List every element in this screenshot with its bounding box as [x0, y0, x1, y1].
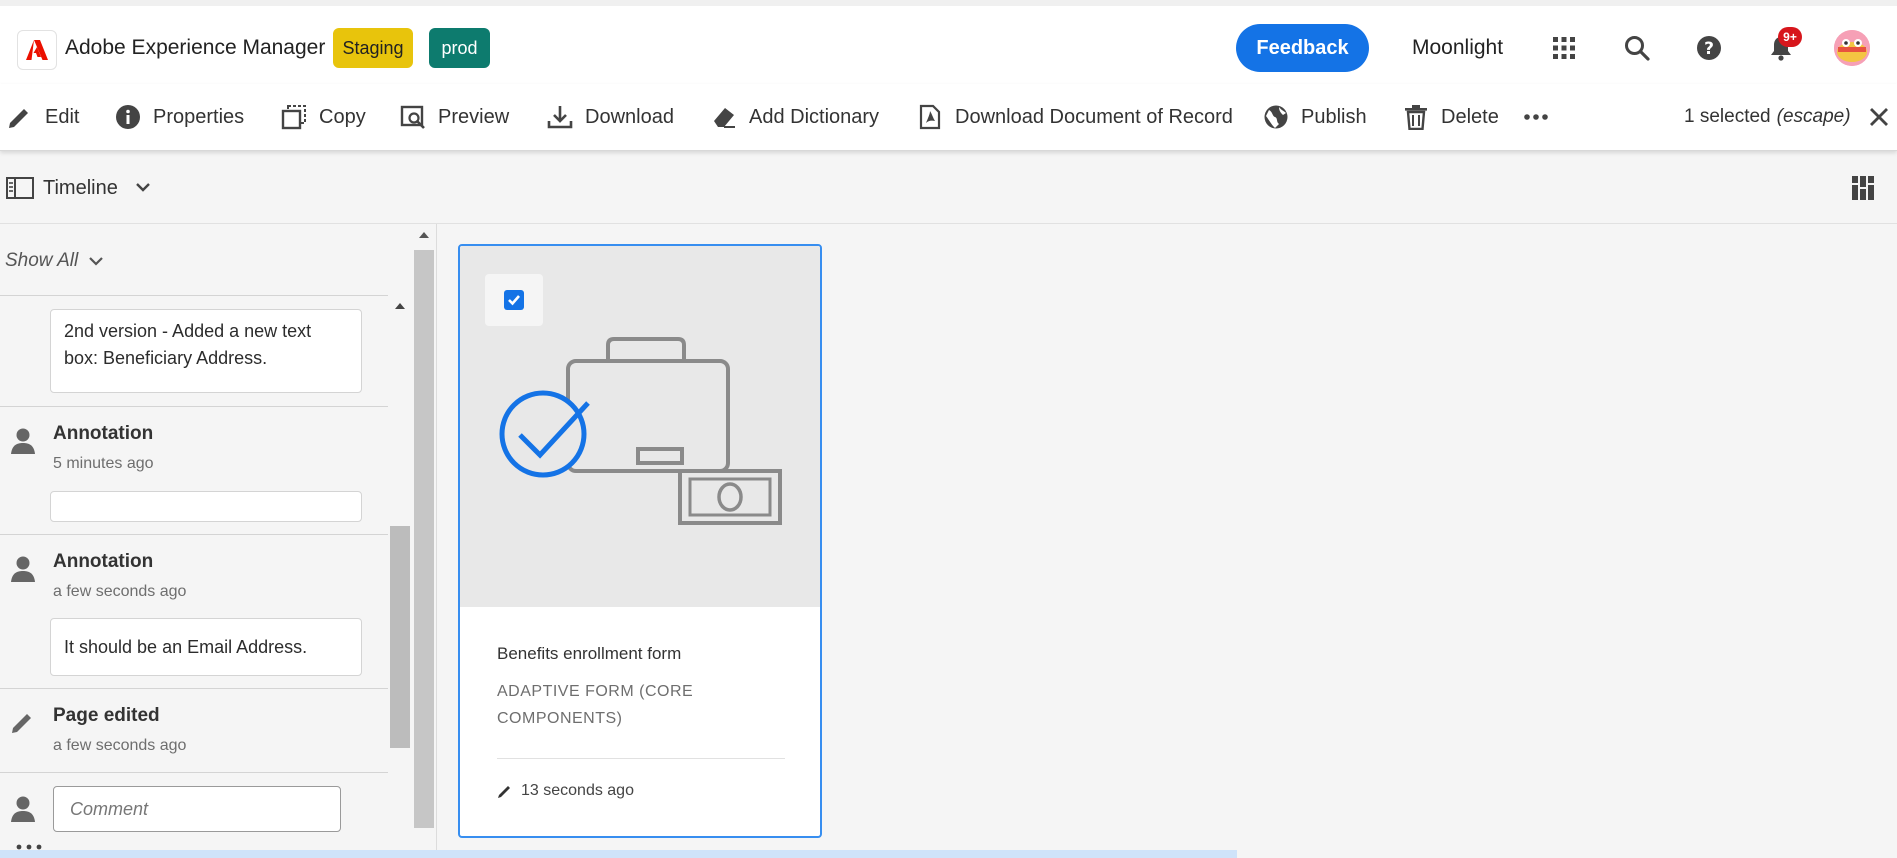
- event-title: Annotation: [53, 423, 154, 444]
- trash-icon: [1405, 105, 1427, 130]
- download-button[interactable]: Download: [547, 101, 674, 133]
- user-icon: [11, 796, 35, 822]
- copy-label: Copy: [319, 105, 366, 128]
- feedback-button[interactable]: Feedback: [1236, 24, 1369, 72]
- more-icon: [1524, 114, 1548, 120]
- horizontal-scrollbar[interactable]: [0, 850, 1237, 858]
- timeline-panel: Show All 2nd version - Added a new text …: [0, 224, 437, 858]
- edit-button[interactable]: Edit: [7, 101, 79, 133]
- edit-label: Edit: [45, 105, 80, 128]
- preview-icon: [400, 105, 425, 129]
- view-switcher-icon[interactable]: [1851, 175, 1875, 206]
- pencil-icon: [12, 714, 31, 733]
- rail-scroll-up-icon[interactable]: [417, 230, 431, 240]
- asset-card[interactable]: Benefits enrollment form ADAPTIVE FORM (…: [458, 244, 822, 838]
- globe-icon: [1264, 105, 1288, 129]
- app-title[interactable]: Adobe Experience Manager: [65, 36, 325, 60]
- close-selection-icon[interactable]: [1869, 107, 1889, 127]
- card-type: ADAPTIVE FORM (CORE COMPONENTS): [497, 683, 694, 727]
- escape-hint: (escape): [1776, 106, 1851, 127]
- apps-grid-icon[interactable]: [1548, 32, 1580, 64]
- rail-scroll-track[interactable]: [414, 250, 434, 828]
- pencil-icon: [498, 786, 510, 798]
- divider: [0, 772, 388, 773]
- pencil-icon: [9, 109, 28, 128]
- top-header: Adobe Experience Manager Staging prod Fe…: [0, 0, 1897, 84]
- chevron-down-icon[interactable]: [134, 180, 152, 199]
- org-switcher[interactable]: Moonlight: [1412, 36, 1503, 60]
- selection-status: 1 selected (escape): [1684, 101, 1889, 133]
- download-document-of-record-label: Download Document of Record: [955, 105, 1233, 128]
- select-checkbox[interactable]: [485, 274, 543, 326]
- publish-button[interactable]: Publish: [1263, 101, 1367, 133]
- annotation-comment: It should be an Email Address.: [50, 618, 362, 676]
- delete-label: Delete: [1441, 105, 1499, 128]
- svg-text:?: ?: [1704, 39, 1714, 59]
- event-time: a few seconds ago: [53, 737, 187, 754]
- version-comment: 2nd version - Added a new text box: Bene…: [50, 309, 362, 393]
- avatar[interactable]: [1834, 30, 1870, 66]
- timeline-filter[interactable]: Show All: [5, 250, 104, 272]
- preview-label: Preview: [438, 105, 510, 128]
- chevron-down-icon: [89, 257, 103, 266]
- card-modified: 13 seconds ago: [497, 782, 634, 800]
- card-thumbnail: [460, 246, 820, 607]
- search-icon[interactable]: [1621, 32, 1653, 64]
- selected-count: 1 selected: [1684, 106, 1771, 127]
- annotation-comment: [50, 491, 362, 522]
- copy-icon: [281, 105, 306, 130]
- card-title: Benefits enrollment form: [497, 644, 682, 663]
- rail-toggle-icon[interactable]: [6, 177, 34, 204]
- event-title: Annotation: [53, 551, 154, 572]
- timeline-filter-label: Show All: [5, 250, 79, 271]
- action-bar: Edit Properties Copy Preview Download Ad…: [0, 84, 1897, 151]
- user-icon: [11, 428, 35, 454]
- divider: [497, 758, 785, 759]
- checkbox-checked-icon: [504, 290, 524, 310]
- properties-label: Properties: [153, 105, 245, 128]
- timeline-scroll-thumb[interactable]: [390, 526, 410, 748]
- download-document-of-record-button[interactable]: Download Document of Record: [917, 101, 1233, 133]
- form-illustration-icon: [499, 337, 782, 525]
- info-icon: [116, 105, 140, 129]
- copy-button[interactable]: Copy: [281, 101, 366, 133]
- env-badge-prod: prod: [429, 28, 490, 68]
- pdf-icon: [919, 104, 941, 130]
- properties-button[interactable]: Properties: [115, 101, 244, 133]
- comment-input[interactable]: Comment: [53, 786, 341, 832]
- divider: [0, 534, 388, 535]
- download-label: Download: [585, 105, 674, 128]
- add-dictionary-label: Add Dictionary: [749, 105, 880, 128]
- event-time: 5 minutes ago: [53, 455, 154, 472]
- rail-title[interactable]: Timeline: [43, 177, 118, 200]
- more-actions-button[interactable]: [1523, 101, 1561, 133]
- help-icon[interactable]: ?: [1693, 32, 1725, 64]
- divider: [0, 295, 388, 296]
- event-time: a few seconds ago: [53, 583, 187, 600]
- scroll-up-icon[interactable]: [394, 301, 406, 311]
- delete-button[interactable]: Delete: [1403, 101, 1499, 133]
- card-modified-time: 13 seconds ago: [521, 782, 634, 799]
- rail-header: Timeline: [0, 151, 1897, 224]
- publish-label: Publish: [1301, 105, 1367, 128]
- user-icon: [11, 556, 35, 582]
- divider: [0, 406, 388, 407]
- preview-button[interactable]: Preview: [400, 101, 509, 133]
- download-icon: [547, 106, 573, 129]
- event-title: Page edited: [53, 705, 160, 726]
- env-badge-staging: Staging: [333, 28, 413, 68]
- notification-count-badge: 9+: [1778, 27, 1802, 47]
- add-dictionary-button[interactable]: Add Dictionary: [711, 101, 879, 133]
- adobe-logo-icon[interactable]: [17, 30, 57, 70]
- eraser-icon: [714, 108, 735, 128]
- divider: [0, 688, 388, 689]
